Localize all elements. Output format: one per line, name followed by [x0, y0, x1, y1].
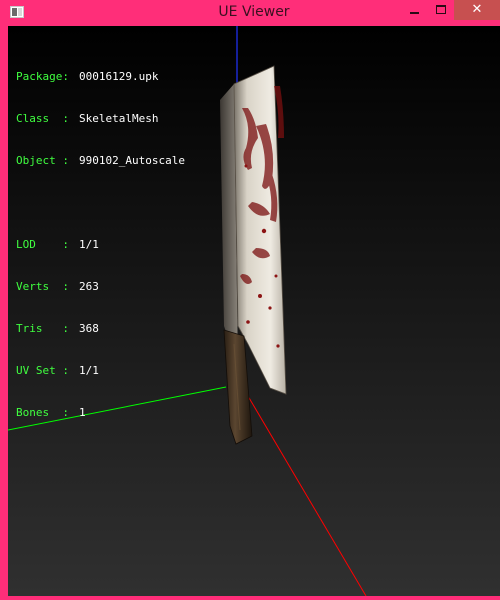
info-row-object: Object : 990102_Autoscale [16, 154, 185, 168]
info-value: SkeletalMesh [79, 112, 159, 125]
minimize-icon [409, 11, 419, 14]
x-axis [244, 390, 367, 596]
info-value: 1/1 [79, 364, 99, 377]
ue-viewer-window: UE Viewer ✕ Package: 00016129.upk Class … [0, 0, 500, 600]
info-row-lod: LOD : 1/1 [16, 238, 185, 252]
info-value: 1/1 [79, 238, 99, 251]
info-row-verts: Verts : 263 [16, 280, 185, 294]
info-value: 990102_Autoscale [79, 154, 185, 167]
info-row-uvset: UV Set : 1/1 [16, 364, 185, 378]
mesh-info-overlay: Package: 00016129.upk Class : SkeletalMesh… [16, 42, 185, 448]
info-value: 368 [79, 322, 99, 335]
info-row-bones: Bones : 1 [16, 406, 185, 420]
info-row-tris: Tris : 368 [16, 322, 185, 336]
close-button[interactable]: ✕ [454, 0, 500, 20]
info-label: Class : [16, 112, 69, 125]
info-label: Object : [16, 154, 69, 167]
info-value: 1 [79, 406, 86, 419]
info-label: Package: [16, 70, 69, 83]
info-label: Tris : [16, 322, 69, 335]
title-bar[interactable]: UE Viewer ✕ [4, 0, 500, 26]
close-icon: ✕ [471, 2, 483, 17]
info-value: 263 [79, 280, 99, 293]
info-label: Bones : [16, 406, 69, 419]
3d-viewport[interactable]: Package: 00016129.upk Class : SkeletalMesh… [8, 26, 500, 596]
info-label: LOD : [16, 238, 69, 251]
cleaver-handle [223, 329, 253, 445]
info-value: 00016129.upk [79, 70, 159, 83]
minimize-button[interactable] [400, 0, 428, 20]
cleaver-model[interactable] [220, 65, 287, 445]
info-label: Verts : [16, 280, 69, 293]
info-row-package: Package: 00016129.upk [16, 70, 185, 84]
info-row-class: Class : SkeletalMesh [16, 112, 185, 126]
maximize-button[interactable] [428, 0, 454, 20]
maximize-icon [436, 5, 446, 14]
info-label: UV Set : [16, 364, 69, 377]
